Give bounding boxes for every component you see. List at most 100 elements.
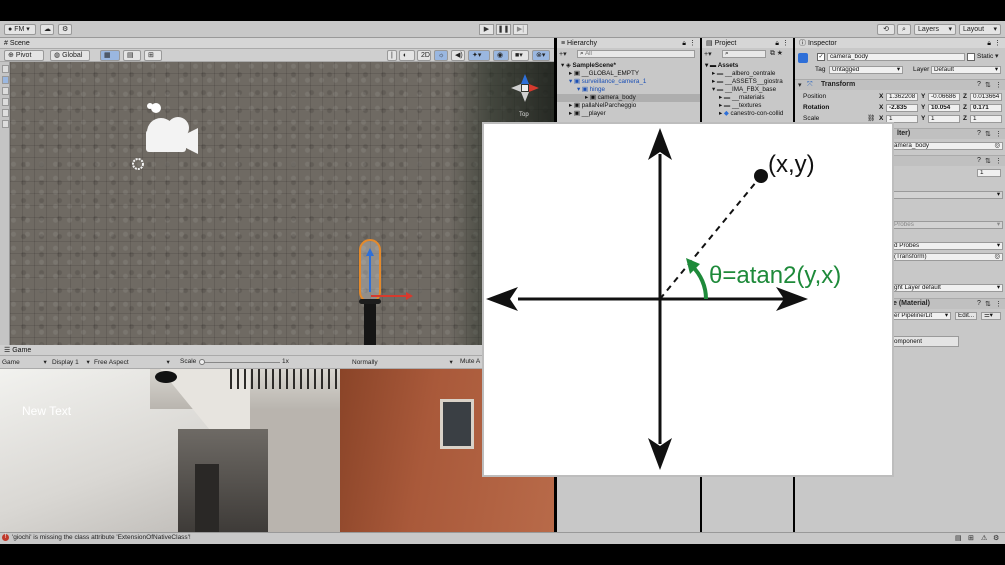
gizmos-button[interactable]: ⊗▾: [532, 50, 550, 61]
add-button[interactable]: +▾: [559, 50, 567, 58]
anchor-override-field[interactable]: (Transform) ◎: [891, 253, 1003, 261]
rotation-z-field[interactable]: 0.171: [970, 104, 1002, 112]
search-button[interactable]: ⌕: [897, 24, 911, 35]
status-message[interactable]: 'giochi' is missing the class attribute …: [12, 534, 191, 541]
add-component-button[interactable]: omponent: [891, 336, 959, 347]
render-mode-dropdown[interactable]: Normally ▾: [352, 358, 453, 366]
preset-icon[interactable]: ⇅: [985, 157, 991, 165]
transform-tool-icon[interactable]: [2, 120, 9, 128]
aspect-dropdown[interactable]: Free Aspect ▾: [94, 358, 170, 366]
shading-button[interactable]: ◐: [399, 50, 415, 61]
more-icon[interactable]: ⋮: [995, 130, 1002, 138]
tab-hierarchy[interactable]: Hierarchy: [567, 40, 597, 47]
light-probes-dropdown[interactable]: Probes ▾: [891, 221, 1003, 229]
snap-toggle[interactable]: ▤: [123, 50, 141, 61]
camera-settings-button[interactable]: ■▾: [511, 50, 529, 61]
transform-header[interactable]: ▾ ⤧ Transform ? ⇅ ⋮: [795, 79, 1005, 90]
global-toggle[interactable]: ◍ Global: [50, 50, 90, 61]
static-dropdown-icon[interactable]: ▾: [995, 52, 999, 60]
tab-scene[interactable]: Scene: [10, 40, 30, 47]
hierarchy-item[interactable]: ▾ ▣ hinge: [557, 86, 700, 94]
position-z-field[interactable]: 0.013664: [970, 93, 1002, 101]
lighting-dropdown[interactable]: ▾: [891, 191, 1003, 199]
element-count-field[interactable]: 1: [977, 169, 1001, 177]
assets-root[interactable]: ▾ ▬ Assets: [705, 62, 738, 70]
camera-gizmo-icon[interactable]: [128, 100, 208, 172]
effects-toggle[interactable]: ✦▾: [468, 50, 490, 61]
shader-dropdown[interactable]: er Pipeline/Lit ▾: [891, 312, 951, 320]
scale-tool-icon[interactable]: [2, 98, 9, 106]
help-icon[interactable]: ?: [977, 300, 981, 307]
project-search-input[interactable]: ⌕: [722, 50, 766, 58]
project-folder-item[interactable]: ▾ ▬ __IMA_FBX_base: [712, 86, 776, 94]
cloud-button[interactable]: ☁: [40, 24, 54, 35]
reflection-probes-dropdown[interactable]: d Probes ▾: [891, 242, 1003, 250]
play-button[interactable]: ▶: [479, 24, 494, 35]
project-folder-item[interactable]: ▸ ▬ __materials: [719, 94, 765, 102]
preset-icon[interactable]: ⇅: [985, 300, 991, 308]
tag-dropdown[interactable]: Untagged ▾: [829, 66, 903, 74]
preset-icon[interactable]: ⇅: [985, 130, 991, 138]
preset-icon[interactable]: ⇅: [985, 81, 991, 89]
orientation-gizmo-icon[interactable]: Top: [510, 68, 550, 120]
project-folder-item[interactable]: ▸ ◆ canestro-con-collid: [719, 110, 783, 118]
layers-dropdown[interactable]: Layers ▾: [914, 24, 956, 35]
hierarchy-item[interactable]: ▾ ▣ surveillance_camera_1: [557, 78, 700, 86]
scale-y-field[interactable]: 1: [928, 115, 960, 123]
rotate-tool-icon[interactable]: [2, 87, 9, 95]
hierarchy-item[interactable]: ▸ ▣ __player: [557, 110, 700, 118]
more-icon[interactable]: ⋮: [995, 300, 1002, 308]
object-name-field[interactable]: camera_body: [827, 53, 965, 61]
account-dropdown[interactable]: ● FM ▾: [4, 24, 36, 35]
hierarchy-search-input[interactable]: ⌕ All: [577, 50, 695, 58]
project-folder-item[interactable]: ▸ ▬ __ASSETS__giostra: [712, 78, 783, 86]
create-button[interactable]: +▾: [704, 50, 712, 58]
help-icon[interactable]: ?: [977, 130, 981, 137]
filter-icon[interactable]: ⧉ ★: [770, 50, 783, 58]
hierarchy-item[interactable]: ▾ ◈ SampleScene*: [557, 62, 700, 70]
audio-toggle[interactable]: ◀): [451, 50, 465, 61]
mute-audio-toggle[interactable]: Mute A: [460, 358, 480, 365]
step-button[interactable]: ▶|: [513, 24, 528, 35]
static-checkbox[interactable]: [967, 53, 975, 61]
y-axis-handle[interactable]: [369, 252, 371, 292]
mode-2d-toggle[interactable]: 2D: [417, 50, 431, 61]
game-display-dropdown[interactable]: Game ▾: [2, 358, 47, 366]
hand-tool-icon[interactable]: [2, 65, 9, 73]
hierarchy-item[interactable]: ▸ ▣ camera_body: [557, 94, 700, 102]
layout-dropdown[interactable]: Layout ▾: [959, 24, 1001, 35]
project-folder-item[interactable]: ▸ ▬ __albero_centrale: [712, 70, 775, 78]
edit-shader-button[interactable]: Edit...: [955, 312, 977, 320]
draw-mode-button[interactable]: |: [387, 50, 397, 61]
rotation-x-field[interactable]: -2.835: [886, 104, 918, 112]
grid-toggle[interactable]: ▦: [100, 50, 120, 61]
active-checkbox[interactable]: ✓: [817, 53, 825, 61]
tab-inspector[interactable]: Inspector: [808, 40, 837, 47]
more-icon[interactable]: ⋮: [995, 157, 1002, 165]
position-y-field[interactable]: -0.06686: [928, 93, 960, 101]
rotation-y-field[interactable]: 10.054: [928, 104, 960, 112]
scale-slider-thumb[interactable]: [199, 359, 205, 365]
display-dropdown[interactable]: Display 1 ▾: [52, 358, 90, 366]
more-icon[interactable]: ⋮: [995, 81, 1002, 89]
help-icon[interactable]: ?: [977, 81, 981, 88]
hidden-toggle[interactable]: ◉: [493, 50, 509, 61]
tab-project[interactable]: Project: [715, 40, 737, 47]
collab-button[interactable]: ⚙: [58, 24, 72, 35]
scene-viewport[interactable]: Top: [10, 62, 554, 345]
mesh-field[interactable]: amera_body ◎: [891, 142, 1003, 150]
move-tool-icon[interactable]: [2, 76, 9, 84]
scale-slider[interactable]: [200, 362, 280, 363]
project-folder-item[interactable]: ▸ ▬ __textures: [719, 102, 761, 110]
lighting-toggle[interactable]: ☼: [434, 50, 448, 61]
history-button[interactable]: ⟲: [877, 24, 895, 35]
position-x-field[interactable]: 1.362208: [886, 93, 918, 101]
pause-button[interactable]: ❚❚: [496, 24, 511, 35]
rendering-layer-dropdown[interactable]: ght Layer default ▾: [891, 284, 1003, 292]
game-viewport[interactable]: New Text: [0, 369, 554, 532]
help-icon[interactable]: ?: [977, 157, 981, 164]
shader-options-button[interactable]: ☰▾: [981, 312, 1001, 320]
rect-tool-icon[interactable]: [2, 109, 9, 117]
tab-game[interactable]: Game: [12, 347, 31, 354]
layer-dropdown[interactable]: Default ▾: [931, 66, 1001, 74]
